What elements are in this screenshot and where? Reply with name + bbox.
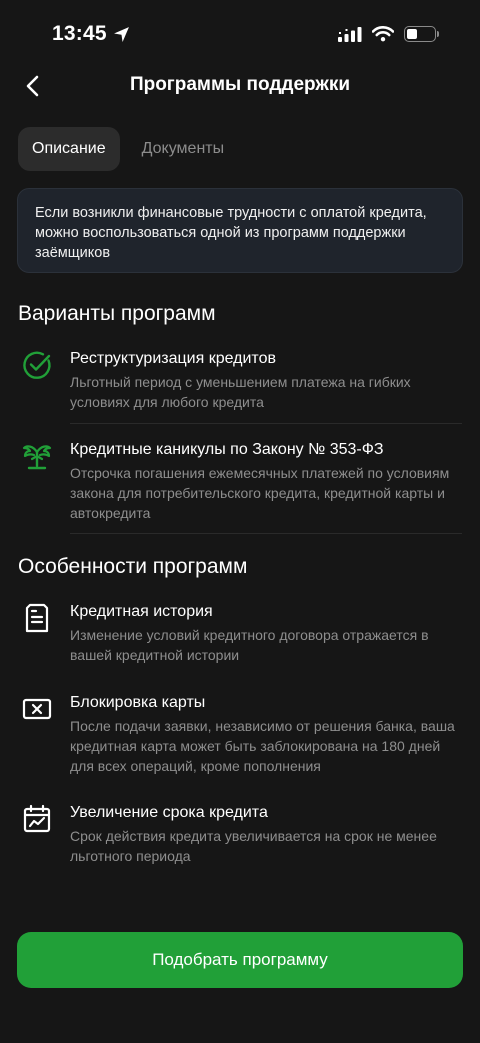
program-item-title: Реструктуризация кредитов: [70, 350, 276, 367]
tab-documents[interactable]: Документы: [128, 127, 238, 171]
page-title: Программы поддержки: [129, 74, 351, 95]
divider: [70, 533, 462, 534]
status-bar: 13:45: [0, 0, 480, 72]
wifi-icon: [372, 26, 394, 42]
info-banner: Если возникли финансовые трудности с опл…: [17, 188, 463, 273]
nav-bar: Программы поддержки: [0, 64, 480, 108]
program-item-credit-holidays[interactable]: Кредитные каникулы по Закону № 353-ФЗ От…: [18, 439, 462, 525]
feature-item-term-extension: Увеличение срока кредита Срок действия к…: [18, 802, 462, 868]
check-circle-icon: [20, 348, 54, 382]
document-icon: [20, 601, 54, 635]
battery-icon: [404, 26, 439, 42]
status-indicators: [338, 26, 439, 42]
program-item-description: Льготный период с уменьшением платежа на…: [70, 374, 411, 410]
select-program-button[interactable]: Подобрать программу: [17, 932, 463, 988]
feature-item-description: После подачи заявки, независимо от решен…: [70, 718, 455, 774]
feature-item-title: Блокировка карты: [70, 694, 206, 711]
feature-item-title: Кредитная история: [70, 603, 213, 620]
feature-item-title: Увеличение срока кредита: [70, 804, 268, 821]
divider: [70, 423, 462, 424]
feature-item-credit-history: Кредитная история Изменение условий кред…: [18, 601, 462, 667]
tab-description[interactable]: Описание: [18, 127, 120, 171]
programs-section-title: Варианты программ: [18, 302, 216, 325]
program-item-title: Кредитные каникулы по Закону № 353-ФЗ: [70, 441, 384, 458]
card-block-icon: [20, 692, 54, 726]
program-item-description: Отсрочка погашения ежемесячных платежей …: [70, 465, 450, 521]
feature-item-card-block: Блокировка карты После подачи заявки, не…: [18, 692, 462, 778]
calendar-icon: [20, 802, 54, 836]
tab-bar: Описание Документы: [18, 127, 238, 171]
feature-item-description: Срок действия кредита увеличивается на с…: [70, 828, 437, 864]
status-time-text: 13:45: [52, 22, 107, 45]
feature-item-description: Изменение условий кредитного договора от…: [70, 627, 429, 663]
status-time: 13:45: [52, 22, 130, 46]
location-arrow-icon: [113, 26, 129, 42]
features-section-title: Особенности программ: [18, 555, 248, 578]
palm-tree-icon: [20, 439, 54, 473]
cellular-signal-icon: [338, 27, 362, 42]
program-item-restructuring[interactable]: Реструктуризация кредитов Льготный перио…: [18, 348, 462, 418]
